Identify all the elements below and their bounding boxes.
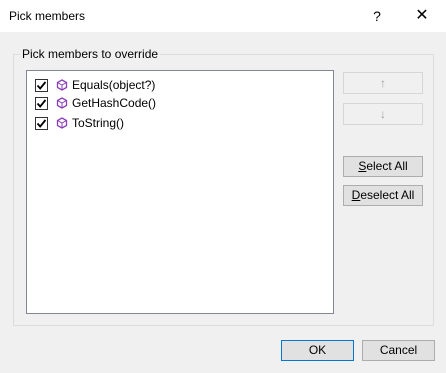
button-label: elect All [366,159,408,173]
button-label: eselect All [360,188,415,202]
move-up-button[interactable]: ↑ [343,72,423,94]
arrow-down-icon: ↓ [380,107,386,121]
close-button[interactable]: ✕ [410,5,434,27]
access-key: D [351,188,361,202]
member-label: Equals(object?) [72,78,156,92]
dialog-title: Pick members [9,9,86,23]
list-item-gethashcode[interactable]: GetHashCode() [35,94,156,112]
ok-button[interactable]: OK [281,340,354,361]
help-button[interactable]: ? [366,5,388,27]
members-list[interactable]: Equals(object?) GetHashCode() ToString() [26,70,334,314]
checkbox-gethashcode[interactable] [35,96,48,110]
list-item-equals[interactable]: Equals(object?) [35,76,155,94]
checkmark-icon [36,80,47,90]
arrow-up-icon: ↑ [380,76,386,90]
group-label: Pick members to override [20,47,161,61]
checkmark-icon [36,98,47,108]
method-icon [56,79,68,91]
move-down-button[interactable]: ↓ [343,103,423,125]
checkbox-tostring[interactable] [35,116,48,130]
select-all-button[interactable]: Select All [343,156,423,177]
checkmark-icon [36,118,47,128]
method-icon [56,97,68,109]
list-item-tostring[interactable]: ToString() [35,114,124,132]
deselect-all-button[interactable]: Deselect All [343,185,423,206]
checkbox-equals[interactable] [35,78,48,92]
title-bar: Pick members ? ✕ [0,0,446,32]
cancel-button[interactable]: Cancel [362,340,435,361]
member-label: GetHashCode() [72,96,157,110]
member-label: ToString() [72,116,125,130]
method-icon [56,117,68,129]
